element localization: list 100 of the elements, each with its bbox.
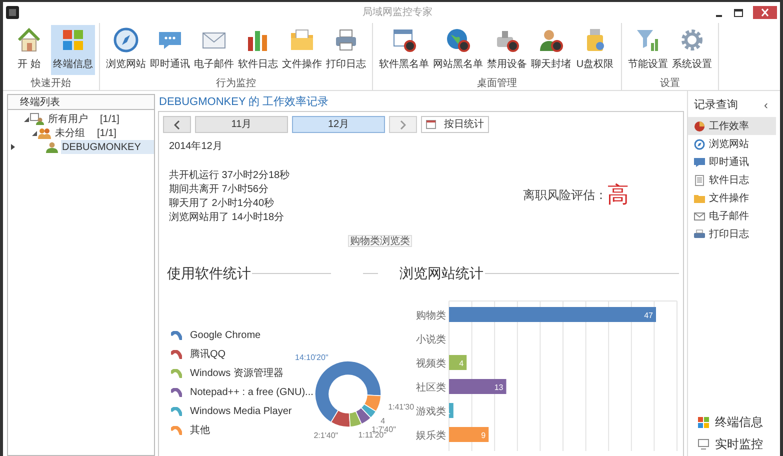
category-label: 娱乐类 — [416, 430, 446, 442]
chat-bubble-icon — [694, 156, 705, 168]
record-menu-item[interactable]: 文件操作 — [688, 189, 776, 207]
close-icon[interactable] — [753, 6, 777, 19]
toolbar-button[interactable]: 即时通讯 — [148, 25, 192, 75]
row-pointer-icon — [11, 144, 15, 150]
panel-title: DEBUGMONKEY 的 工作效率记录 — [158, 94, 330, 110]
expanded-arrow-icon[interactable] — [32, 130, 36, 136]
category-label: 社区类 — [416, 382, 446, 394]
printer-icon — [694, 228, 705, 240]
category-label: 游戏类 — [416, 406, 446, 418]
month-tab[interactable]: 11月 — [195, 116, 288, 133]
user-icon — [46, 142, 58, 152]
bar-value-label: 47 — [644, 311, 653, 320]
toolbar-button[interactable]: 软件日志 — [236, 25, 280, 75]
toolbar-button[interactable]: 节能设置 — [626, 25, 670, 75]
collapse-button[interactable]: ‹ — [764, 99, 768, 111]
item-count: [1/1] — [97, 126, 116, 140]
toolbar-button[interactable]: 聊天封堵 — [529, 25, 573, 75]
app-logo-icon — [6, 6, 19, 19]
toolbar-button[interactable]: 软件黑名单 — [377, 25, 431, 75]
toolbar-button[interactable]: 电子邮件 — [192, 25, 236, 75]
section-title: 使用软件统计 — [167, 264, 251, 282]
toolbar-button[interactable]: 文件操作 — [280, 25, 324, 75]
monitor-icon — [698, 438, 709, 450]
chevron-left-icon — [174, 120, 180, 130]
bar — [449, 355, 467, 370]
toolbar-button[interactable]: 打印日志 — [324, 25, 368, 75]
slice-value-label: 14:10'20" — [295, 352, 328, 362]
maximize-icon[interactable] — [734, 8, 743, 16]
legend-label: 其他 — [190, 424, 210, 438]
blocked-globe-icon — [445, 27, 471, 53]
period-label: 2014年12月 — [169, 140, 222, 154]
panel-title: 记录查询 — [694, 98, 738, 113]
bar-value-label: 9 — [481, 431, 486, 440]
month-tab[interactable]: 12月 — [292, 116, 385, 133]
record-menu-item[interactable]: 电子邮件 — [688, 207, 776, 225]
bar-value-label: 4 — [459, 359, 464, 368]
category-label: 视频类 — [416, 358, 446, 370]
toolbar-button[interactable]: 终端信息 — [51, 25, 95, 75]
risk-label: 离职风险评估： — [523, 187, 607, 204]
previous-button[interactable] — [163, 116, 191, 133]
toolbar-button[interactable]: 浏览网站 — [104, 25, 148, 75]
toolbar-button[interactable]: 系统设置 — [670, 25, 714, 75]
legend-label: Google Chrome — [190, 329, 261, 343]
house-icon — [16, 27, 42, 53]
record-menu-item[interactable]: 软件日志 — [688, 171, 776, 189]
summary-line: 期间共离开 7小时56分 — [169, 183, 268, 197]
envelope-icon — [694, 210, 705, 222]
summary-line: 聊天用了 2小时1分40秒 — [169, 197, 274, 211]
bar — [449, 427, 489, 442]
chevron-right-icon — [400, 120, 406, 130]
toolbar-button[interactable]: 网站黑名单 — [431, 25, 485, 75]
users-group-icon — [30, 113, 44, 125]
bar-value-label: 13 — [494, 383, 504, 392]
record-menu-item[interactable]: 即时通讯 — [688, 153, 776, 171]
window-title: 局域网监控专家 — [362, 6, 432, 20]
group-label: 快速开始 — [31, 76, 71, 91]
summary-line: 浏览网站用了 14小时18分 — [169, 211, 284, 225]
document-icon — [694, 174, 705, 186]
toolbar-button[interactable]: 禁用设备 — [485, 25, 529, 75]
group-icon — [38, 128, 51, 138]
group-label: 行为监控 — [216, 76, 256, 91]
daily-stats-button[interactable]: 按日统计 — [421, 116, 489, 133]
folder-icon — [289, 27, 315, 53]
toolbar-button[interactable]: 开 始 — [7, 25, 51, 75]
legend-label: Notepad++ : a free (GNU)... — [190, 386, 314, 400]
bar — [449, 379, 506, 394]
slice-value-label: 4 — [380, 416, 386, 426]
printer-icon — [333, 27, 359, 53]
category-label: 小说类 — [416, 334, 446, 346]
column-header: 终端列表 — [20, 96, 60, 110]
toolbar-button[interactable]: U盘权限 — [573, 25, 617, 75]
legend-label: 腾讯QQ — [190, 348, 226, 362]
legend-label: Windows Media Player — [190, 405, 292, 419]
bar — [449, 403, 454, 418]
sidebar-item[interactable]: 实时监控 — [688, 433, 780, 455]
legend-label: Windows 资源管理器 — [190, 367, 284, 381]
tree-item-label[interactable]: 所有用户 — [48, 112, 88, 126]
pie-icon — [694, 120, 705, 132]
record-menu-item[interactable]: 打印日志 — [688, 225, 776, 243]
slice-value-label: 2:1'40" — [314, 430, 338, 440]
sidebar-item[interactable]: 终端信息 — [688, 411, 780, 433]
category-label: 购物类 — [416, 310, 446, 322]
four-squares-icon — [698, 416, 709, 428]
blocked-person-icon — [538, 27, 564, 53]
record-menu-item[interactable]: 浏览网站 — [688, 135, 776, 153]
chart-tooltip: 购物类浏览类 — [348, 235, 412, 247]
tree-item[interactable]: DEBUGMONKEY — [61, 140, 154, 154]
funnel-chart-icon — [635, 27, 661, 53]
gear-icon — [679, 27, 705, 53]
group-label: 设置 — [660, 76, 680, 91]
risk-value: 高 — [607, 184, 629, 206]
section-title: 浏览网站统计 — [400, 264, 484, 282]
record-menu-item[interactable]: 工作效率 — [688, 117, 776, 135]
blocked-window-icon — [391, 27, 417, 53]
folder-icon — [694, 192, 705, 204]
tree-item-label[interactable]: 未分组 — [55, 126, 85, 140]
group-label: 桌面管理 — [477, 76, 517, 91]
expanded-arrow-icon[interactable] — [24, 116, 28, 122]
